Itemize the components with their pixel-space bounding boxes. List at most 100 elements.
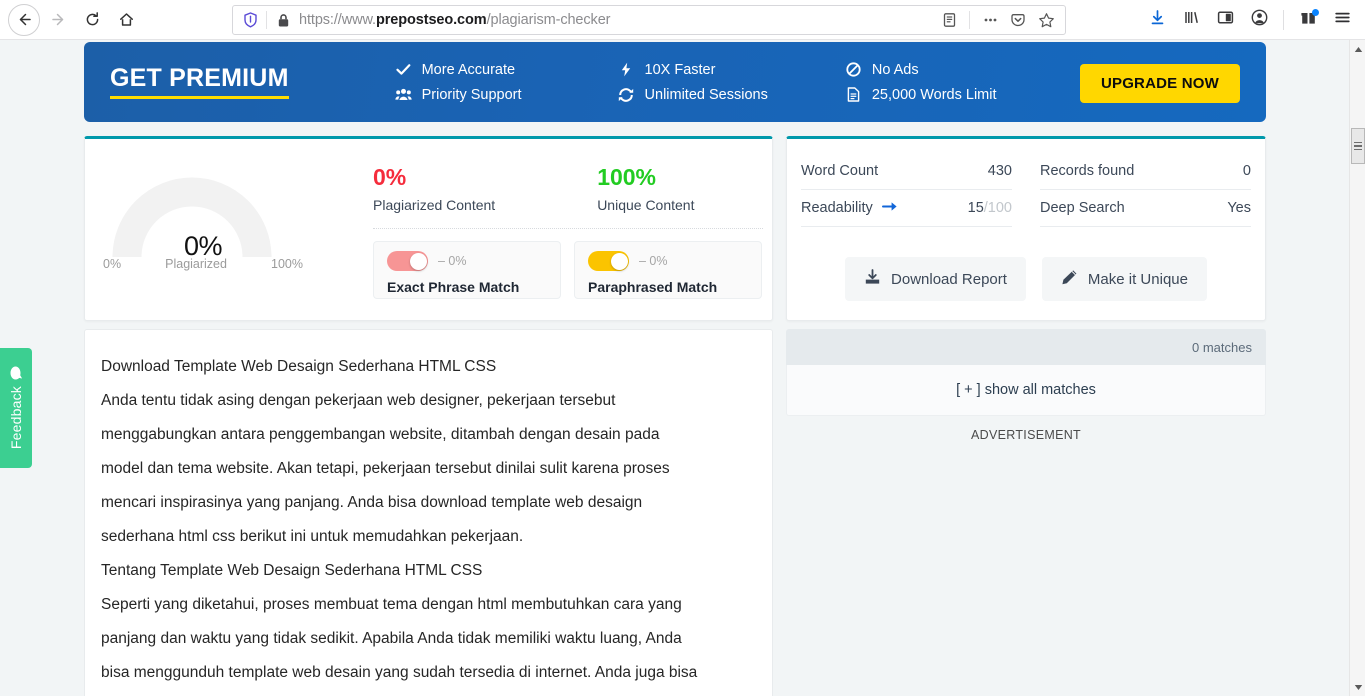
address-bar[interactable]: https://www.prepostseo.com/plagiarism-ch… <box>232 5 1066 35</box>
document-line: model dan tema website. Akan tetapi, pek… <box>101 460 670 477</box>
word-count-value: 430 <box>987 163 1012 179</box>
gift-notification-dot <box>1312 9 1319 16</box>
sidebar-button[interactable] <box>1210 4 1240 36</box>
matches-header: 0 matches <box>786 329 1266 365</box>
sidebar-icon <box>1216 8 1235 32</box>
shield-icon[interactable] <box>233 12 266 28</box>
action-buttons: Download Report Make it Unique <box>787 257 1265 301</box>
premium-feature-label: 25,000 Words Limit <box>871 86 997 103</box>
premium-feature-more-accurate: More Accurate <box>395 62 522 78</box>
premium-feature-label: Priority Support <box>421 86 522 103</box>
url-domain: prepostseo.com <box>375 12 487 28</box>
deep-search-value: Yes <box>1227 200 1251 216</box>
upgrade-now-button[interactable]: UPGRADE NOW <box>1079 64 1240 103</box>
users-icon <box>394 88 412 101</box>
reload-icon <box>84 11 101 28</box>
navigation-buttons <box>0 3 142 36</box>
gauge-max-label: 100% <box>271 257 303 271</box>
exact-phrase-match-card[interactable]: – 0% Exact Phrase Match <box>373 241 561 299</box>
browser-toolbar: https://www.prepostseo.com/plagiarism-ch… <box>0 0 1365 40</box>
gift-button[interactable] <box>1293 4 1323 36</box>
pocket-icon[interactable] <box>1005 7 1031 33</box>
paraphrased-match-card[interactable]: – 0% Paraphrased Match <box>574 241 762 299</box>
paraphrased-match-toggle[interactable] <box>588 251 629 271</box>
downloads-icon <box>1148 8 1167 32</box>
file-text-icon <box>845 87 862 102</box>
page-actions-icon[interactable] <box>977 7 1003 33</box>
reader-view-icon[interactable] <box>936 7 962 33</box>
arrow-right-icon[interactable] <box>881 200 898 217</box>
scrollbar-grip <box>1354 141 1362 144</box>
show-all-matches-button[interactable]: [ + ] show all matches <box>786 365 1266 416</box>
url-text[interactable]: https://www.prepostseo.com/plagiarism-ch… <box>299 12 936 28</box>
speech-bubble-icon <box>9 366 23 381</box>
scrollbar-grip <box>1354 145 1362 147</box>
stat-row-records-found: Records found 0 <box>1040 153 1251 190</box>
match-toggles: – 0% Exact Phrase Match – 0% Paraphrased… <box>373 241 762 299</box>
toolbar-right-actions <box>1142 4 1357 36</box>
menu-button[interactable] <box>1327 4 1357 36</box>
scroll-up-button[interactable] <box>1350 40 1365 58</box>
page-content: GET PREMIUM More Accurate Priority Suppo… <box>0 40 1349 696</box>
toggle-line: – 0% <box>387 251 547 271</box>
unique-content-block: 100% Unique Content <box>597 164 695 214</box>
reload-button[interactable] <box>76 4 108 36</box>
premium-feature-column-2: 10X Faster Unlimited Sessions <box>618 62 768 103</box>
home-button[interactable] <box>110 4 142 36</box>
premium-feature-unlimited-sessions: Unlimited Sessions <box>618 87 768 103</box>
library-button[interactable] <box>1176 4 1206 36</box>
advertisement-label: ADVERTISEMENT <box>971 428 1081 442</box>
premium-title: GET PREMIUM <box>110 65 289 99</box>
gauge-caption: Plagiarized <box>165 257 227 271</box>
back-arrow-icon <box>16 11 33 28</box>
stat-row-readability: Readability 15/100 <box>801 190 1012 227</box>
back-button[interactable] <box>8 3 40 36</box>
make-it-unique-button[interactable]: Make it Unique <box>1041 257 1207 301</box>
exact-phrase-match-toggle[interactable] <box>387 251 428 271</box>
account-button[interactable] <box>1244 4 1274 36</box>
scroll-down-button[interactable] <box>1350 678 1365 696</box>
toggle-line: – 0% <box>588 251 748 271</box>
readability-score: 15 <box>967 200 984 216</box>
premium-feature-priority-support: Priority Support <box>394 86 522 103</box>
document-line: sederhana html css berikut ini untuk mem… <box>101 528 524 545</box>
document-line: Anda tentu tidak asing dengan pekerjaan … <box>101 392 616 409</box>
premium-feature-column-3: No Ads 25,000 Words Limit <box>845 62 997 103</box>
lock-icon[interactable] <box>267 13 299 28</box>
refresh-icon <box>618 87 635 102</box>
premium-feature-label: More Accurate <box>421 61 516 78</box>
download-icon <box>864 269 881 289</box>
url-path: /plagiarism-checker <box>486 12 611 28</box>
divider <box>1283 10 1284 30</box>
readability-label: Readability <box>801 200 873 216</box>
toggle-knob <box>610 252 628 270</box>
downloads-button[interactable] <box>1142 4 1172 36</box>
results-summary-card: 0% 0% Plagiarized 100% 0% Plagiarized Co… <box>84 136 773 321</box>
unique-percent: 100% <box>597 164 657 190</box>
download-report-label: Download Report <box>891 270 1007 288</box>
document-line: mencari inspirasinya yang panjang. Anda … <box>101 494 643 511</box>
feedback-tab[interactable]: Feedback <box>0 348 32 468</box>
plagiarized-content-block: 0% Plagiarized Content <box>373 164 496 214</box>
statistics-column-right: Records found 0 Deep Search Yes <box>1026 153 1265 253</box>
scrollbar-thumb[interactable] <box>1351 128 1365 164</box>
check-icon <box>395 63 412 76</box>
star-icon[interactable] <box>1033 7 1059 33</box>
records-found-value: 0 <box>1242 163 1251 179</box>
premium-feature-label: Unlimited Sessions <box>644 86 768 103</box>
plagiarized-label: Plagiarized Content <box>373 197 496 214</box>
make-it-unique-label: Make it Unique <box>1087 270 1188 288</box>
divider <box>373 228 763 229</box>
plagiarism-gauge: 0% 0% Plagiarized 100% <box>103 169 303 279</box>
document-line: Download Template Web Desaign Sederhana … <box>101 358 497 375</box>
forward-button[interactable] <box>42 4 74 36</box>
document-text-panel[interactable]: Download Template Web Desaign Sederhana … <box>84 329 773 696</box>
unique-label: Unique Content <box>597 197 695 214</box>
paraphrased-match-label: Paraphrased Match <box>588 279 718 295</box>
download-report-button[interactable]: Download Report <box>845 257 1026 301</box>
gauge-scale-labels: 0% Plagiarized 100% <box>103 257 303 271</box>
page-scrollbar[interactable] <box>1349 40 1365 696</box>
premium-feature-words-limit: 25,000 Words Limit <box>845 87 997 103</box>
toggle-knob <box>409 252 427 270</box>
document-line: Tentang Template Web Desaign Sederhana H… <box>101 562 483 579</box>
